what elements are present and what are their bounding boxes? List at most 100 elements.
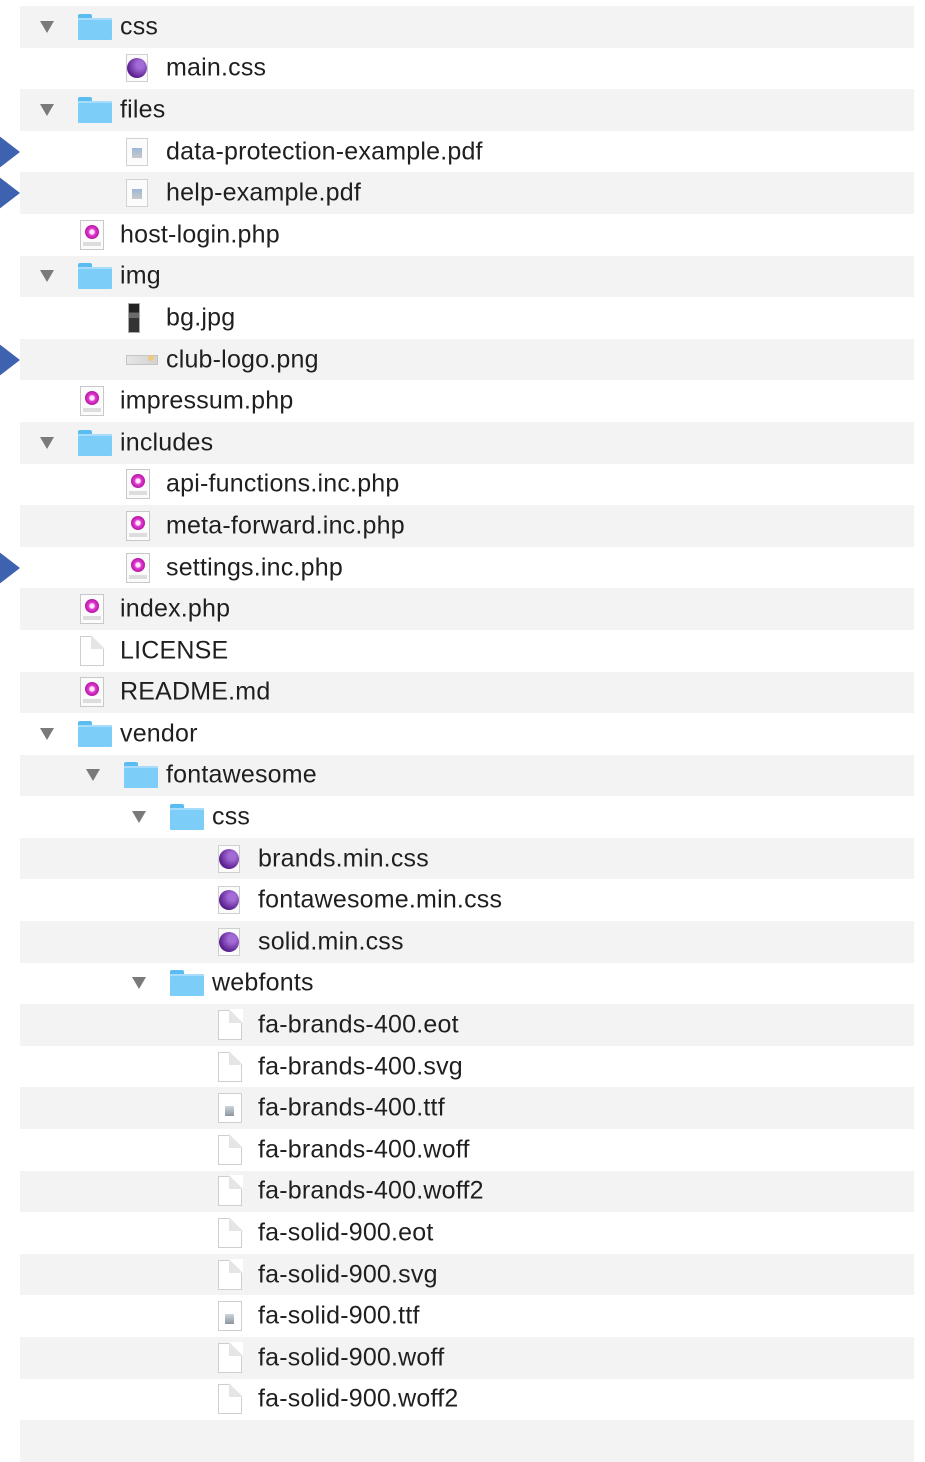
file-row[interactable]: fa-solid-900.eot <box>20 1212 914 1254</box>
folder-icon <box>170 804 204 831</box>
document-icon <box>218 1175 243 1207</box>
item-name: fa-brands-400.ttf <box>258 1093 445 1122</box>
folder-icon <box>124 762 158 789</box>
folder-row[interactable]: vendor <box>20 713 914 755</box>
item-name: css <box>212 802 251 831</box>
file-row[interactable]: impressum.php <box>20 380 914 422</box>
item-name: fa-solid-900.woff2 <box>258 1384 459 1413</box>
callout-arrow <box>0 170 20 217</box>
file-row[interactable]: bg.jpg <box>20 297 914 339</box>
file-row[interactable]: brands.min.css <box>20 837 914 880</box>
file-row[interactable]: fa-brands-400.svg <box>20 1046 914 1088</box>
file-row[interactable]: fa-solid-900.woff2 <box>20 1379 914 1421</box>
item-name: api-functions.inc.php <box>166 469 400 498</box>
item-name: fa-brands-400.woff <box>258 1135 470 1164</box>
document-icon <box>218 1217 243 1249</box>
file-row[interactable]: fa-solid-900.woff <box>20 1337 914 1379</box>
disclosure-triangle-icon[interactable] <box>40 727 54 740</box>
disclosure-triangle-icon[interactable] <box>40 103 54 116</box>
file-row[interactable]: solid.min.css <box>20 921 914 963</box>
disclosure-triangle-icon[interactable] <box>132 977 146 990</box>
file-row[interactable]: fa-brands-400.woff2 <box>20 1170 914 1213</box>
item-name: includes <box>120 428 214 457</box>
item-name: fontawesome.min.css <box>258 885 503 914</box>
document-icon <box>218 1383 243 1415</box>
item-name: meta-forward.inc.php <box>166 511 405 540</box>
item-name: impressum.php <box>120 386 294 415</box>
file-row[interactable]: index.php <box>20 588 914 630</box>
folder-icon <box>78 96 112 123</box>
item-name: bg.jpg <box>166 303 236 332</box>
item-name: brands.min.css <box>258 844 429 873</box>
disclosure-triangle-icon[interactable] <box>40 20 54 33</box>
document-icon <box>80 634 105 666</box>
folder-row[interactable]: css <box>20 796 914 838</box>
callout-arrow <box>0 128 20 175</box>
file-row[interactable]: fa-brands-400.ttf <box>20 1087 914 1130</box>
file-row[interactable]: data-protection-example.pdf <box>0 128 914 175</box>
php-file-icon <box>126 552 150 583</box>
item-name: fa-solid-900.eot <box>258 1218 434 1247</box>
item-name: README.md <box>120 677 271 706</box>
file-row[interactable]: README.md <box>20 671 914 714</box>
item-name: index.php <box>120 594 231 623</box>
css-file-icon <box>218 886 240 915</box>
callout-arrow <box>0 544 20 591</box>
document-icon <box>218 1341 243 1373</box>
folder-row[interactable]: fontawesome <box>20 754 914 797</box>
item-name: fa-brands-400.svg <box>258 1052 463 1081</box>
item-name: fontawesome <box>166 760 317 789</box>
php-file-icon <box>80 219 104 250</box>
pdf-file-icon <box>126 179 148 208</box>
file-row[interactable]: host-login.php <box>20 214 914 256</box>
callout-arrow <box>0 336 20 383</box>
folder-row[interactable]: files <box>20 89 914 131</box>
item-name: files <box>120 95 166 124</box>
item-name: club-logo.png <box>166 345 319 374</box>
item-name: webfonts <box>212 968 314 997</box>
folder-icon <box>170 970 204 997</box>
php-file-icon <box>80 386 104 417</box>
file-row[interactable]: fa-brands-400.eot <box>20 1004 914 1046</box>
item-name: vendor <box>120 719 198 748</box>
item-name: fa-solid-900.svg <box>258 1260 438 1289</box>
document-icon <box>218 1133 243 1165</box>
folder-row[interactable]: css <box>20 6 914 48</box>
file-row[interactable]: fa-solid-900.ttf <box>20 1295 914 1337</box>
disclosure-triangle-icon[interactable] <box>86 769 100 782</box>
php-file-icon <box>126 469 150 500</box>
disclosure-triangle-icon[interactable] <box>40 270 54 283</box>
item-name: main.css <box>166 53 267 82</box>
document-icon <box>218 1009 243 1041</box>
folder-row[interactable]: webfonts <box>20 963 914 1005</box>
folder-row[interactable]: includes <box>20 421 914 464</box>
document-icon <box>218 1050 243 1082</box>
file-row[interactable]: api-functions.inc.php <box>20 464 914 506</box>
item-name: host-login.php <box>120 220 280 249</box>
item-name: fa-solid-900.woff <box>258 1343 445 1372</box>
file-row[interactable]: meta-forward.inc.php <box>20 505 914 547</box>
folder-icon <box>78 429 112 456</box>
item-name: LICENSE <box>120 636 229 665</box>
folder-row[interactable]: img <box>20 255 914 298</box>
item-name: solid.min.css <box>258 927 404 956</box>
file-row[interactable]: fa-solid-900.svg <box>20 1253 914 1296</box>
disclosure-triangle-icon[interactable] <box>132 811 146 824</box>
file-row[interactable]: fa-brands-400.woff <box>20 1129 914 1171</box>
file-row[interactable]: settings.inc.php <box>0 544 914 591</box>
item-name: css <box>120 12 159 41</box>
folder-icon <box>78 720 112 747</box>
file-row[interactable]: LICENSE <box>20 630 914 672</box>
php-file-icon <box>80 677 104 708</box>
php-file-icon <box>126 510 150 541</box>
folder-icon <box>78 13 112 40</box>
file-row[interactable]: help-example.pdf <box>0 170 914 217</box>
file-row[interactable]: main.css <box>20 48 914 90</box>
php-file-icon <box>80 594 104 625</box>
font-file-icon <box>218 1093 242 1124</box>
item-name: settings.inc.php <box>166 553 343 582</box>
file-row[interactable]: fontawesome.min.css <box>20 879 914 921</box>
file-row[interactable]: club-logo.png <box>0 336 914 383</box>
disclosure-triangle-icon[interactable] <box>40 436 54 449</box>
item-name: help-example.pdf <box>166 178 361 207</box>
